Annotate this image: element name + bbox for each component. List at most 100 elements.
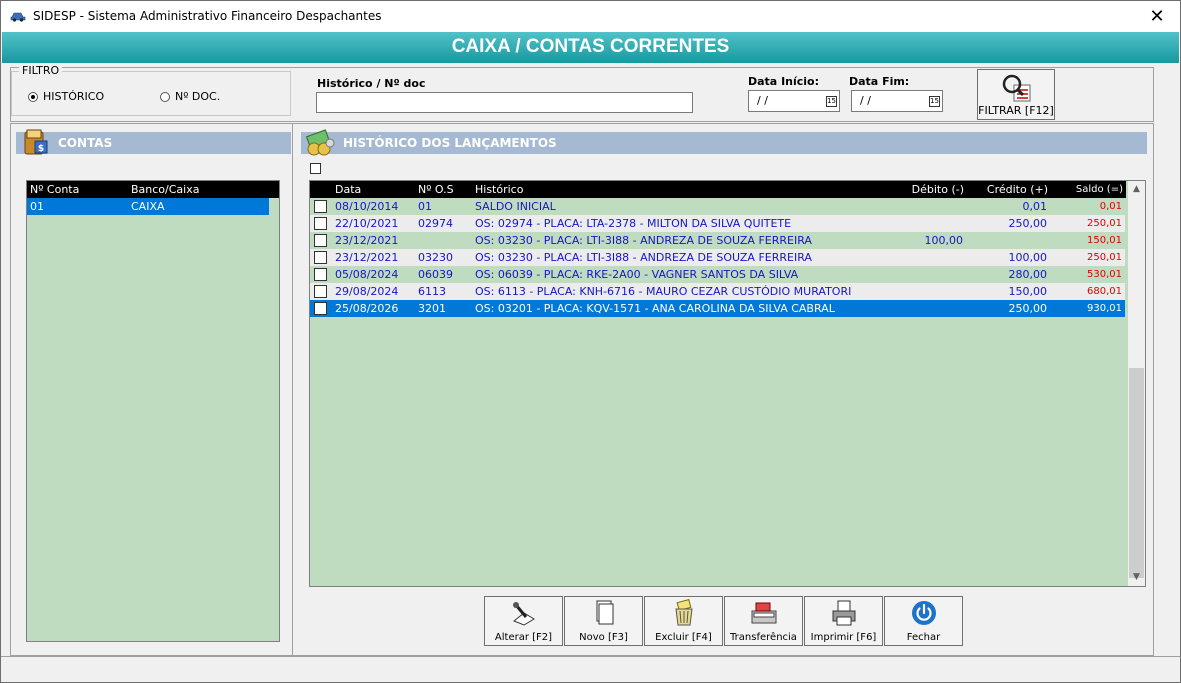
row-checkbox[interactable] xyxy=(314,285,327,298)
edit-pen-icon xyxy=(513,602,535,626)
transferencia-label: Transferência xyxy=(730,632,797,643)
row-credito: 250,00 xyxy=(1008,217,1048,230)
row-date: 25/08/2026 xyxy=(335,302,399,315)
row-checkbox[interactable] xyxy=(314,217,327,230)
radio-dot-selected[interactable] xyxy=(28,91,38,102)
novo-button[interactable]: Novo [F3] xyxy=(564,596,643,646)
col-banco[interactable]: Banco/Caixa xyxy=(131,181,199,198)
list-item[interactable]: 01 CAIXA xyxy=(27,198,269,215)
date-start-input[interactable]: / / 15 xyxy=(748,90,840,112)
row-checkbox[interactable] xyxy=(314,302,327,315)
col-debito[interactable]: Débito (-) xyxy=(912,181,964,198)
excluir-label: Excluir [F4] xyxy=(655,632,712,643)
radio-historico[interactable]: HISTÓRICO xyxy=(28,90,104,103)
table-row[interactable]: 08/10/2014 01 SALDO INICIAL 0,01 0,01 xyxy=(310,198,1125,215)
row-historico: OS: 02974 - PLACA: LTA-2378 - MILTON DA … xyxy=(475,217,792,230)
col-os[interactable]: Nº O.S xyxy=(418,181,454,198)
filter-group-label: FILTRO xyxy=(19,64,63,77)
date-start-label: Data Início: xyxy=(748,75,820,88)
row-checkbox[interactable] xyxy=(314,200,327,213)
historico-grid-header: Data Nº O.S Histórico Débito (-) Crédito… xyxy=(310,181,1126,198)
scroll-up-icon[interactable]: ▲ xyxy=(1128,181,1145,198)
search-label: Histórico / Nº doc xyxy=(317,77,426,90)
row-date: 23/12/2021 xyxy=(335,251,399,264)
divider xyxy=(1,656,1180,657)
row-historico: SALDO INICIAL xyxy=(475,200,556,213)
calendar-icon[interactable]: 15 xyxy=(929,96,940,107)
coins-money-icon xyxy=(305,129,335,156)
date-start-value: / / xyxy=(757,94,768,107)
row-date: 08/10/2014 xyxy=(335,200,399,213)
col-historico[interactable]: Histórico xyxy=(475,181,523,198)
row-os-number: 6113 xyxy=(418,285,446,298)
historico-header: HISTÓRICO DOS LANÇAMENTOS xyxy=(301,129,1147,156)
calendar-icon[interactable]: 15 xyxy=(826,96,837,107)
filter-button-label: FILTRAR [F12] xyxy=(978,104,1054,117)
row-os-number: 01 xyxy=(418,200,432,213)
imprimir-label: Imprimir [F6] xyxy=(810,632,877,643)
row-credito: 150,00 xyxy=(1008,285,1048,298)
close-button[interactable]: ✕ xyxy=(1134,1,1180,32)
new-document-icon xyxy=(596,600,614,625)
printer-icon xyxy=(832,600,856,626)
table-row[interactable]: 23/12/2021 03230 OS: 03230 - PLACA: LTI-3I… xyxy=(310,249,1125,266)
col-data[interactable]: Data xyxy=(335,181,361,198)
table-row[interactable]: 29/08/2024 6113 OS: 6113 - PLACA: KNH-6716… xyxy=(310,283,1125,300)
date-end-input[interactable]: / / 15 xyxy=(851,90,943,112)
contas-title: CONTAS xyxy=(58,136,113,150)
filter-button[interactable]: FILTRAR [F12] xyxy=(977,69,1055,120)
vertical-scrollbar[interactable]: ▲ ▼ xyxy=(1128,181,1145,586)
row-historico: OS: 03230 - PLACA: LTI-3I88 - ANDREZA DE… xyxy=(475,251,812,264)
row-os-number: 06039 xyxy=(418,268,453,281)
row-os-number: 03230 xyxy=(418,251,453,264)
date-end-label: Data Fim: xyxy=(849,75,910,88)
row-debito: 100,00 xyxy=(924,234,964,247)
transfer-register-icon xyxy=(751,602,777,624)
transferencia-button[interactable]: Transferência xyxy=(724,596,803,646)
radio-nr-doc[interactable]: Nº DOC. xyxy=(160,90,220,103)
novo-label: Novo [F3] xyxy=(579,632,628,643)
historico-title: HISTÓRICO DOS LANÇAMENTOS xyxy=(343,136,557,150)
row-checkbox[interactable] xyxy=(314,268,327,281)
col-credito[interactable]: Crédito (+) xyxy=(987,181,1048,198)
col-saldo[interactable]: Saldo (=) xyxy=(1076,181,1123,198)
date-end-value: / / xyxy=(860,94,871,107)
historico-panel: HISTÓRICO DOS LANÇAMENTOS Data Nº O.S Hi… xyxy=(292,123,1154,656)
row-date: 22/10/2021 xyxy=(335,217,399,230)
row-saldo: 150,01 xyxy=(1087,235,1122,246)
filter-group: FILTRO HISTÓRICO Nº DOC. xyxy=(11,64,291,116)
trash-bin-icon xyxy=(675,599,693,626)
radio-dot[interactable] xyxy=(160,91,170,102)
select-all-checkbox[interactable] xyxy=(310,163,321,174)
alterar-button[interactable]: Alterar [F2] xyxy=(484,596,563,646)
row-checkbox[interactable] xyxy=(314,234,327,247)
scroll-thumb[interactable] xyxy=(1129,368,1144,578)
row-date: 23/12/2021 xyxy=(335,234,399,247)
fechar-button[interactable]: Fechar xyxy=(884,596,963,646)
conta-banco: CAIXA xyxy=(131,200,165,213)
col-conta[interactable]: Nº Conta xyxy=(30,181,79,198)
row-saldo: 250,01 xyxy=(1087,252,1122,263)
row-saldo: 930,01 xyxy=(1087,303,1122,314)
table-row[interactable]: 25/08/2026 3201 OS: 03201 - PLACA: KQV-157… xyxy=(310,300,1125,317)
row-os-number: 02974 xyxy=(418,217,453,230)
table-row[interactable]: 23/12/2021 OS: 03230 - PLACA: LTI-3I88 - … xyxy=(310,232,1125,249)
page-banner: CAIXA / CONTAS CORRENTES xyxy=(2,32,1179,63)
title-bar: SIDESP - Sistema Administrativo Financei… xyxy=(1,1,1180,32)
row-credito: 250,00 xyxy=(1008,302,1048,315)
row-historico: OS: 6113 - PLACA: KNH-6716 - MAURO CEZAR… xyxy=(475,285,852,298)
row-checkbox[interactable] xyxy=(314,251,327,264)
excluir-button[interactable]: Excluir [F4] xyxy=(644,596,723,646)
svg-text:$: $ xyxy=(38,144,44,154)
row-saldo: 250,01 xyxy=(1087,218,1122,229)
table-row[interactable]: 22/10/2021 02974 OS: 02974 - PLACA: LTA-23… xyxy=(310,215,1125,232)
historico-grid[interactable]: Data Nº O.S Histórico Débito (-) Crédito… xyxy=(309,180,1146,587)
contas-list[interactable]: Nº Conta Banco/Caixa 01 CAIXA xyxy=(26,180,280,642)
scroll-down-icon[interactable]: ▼ xyxy=(1128,569,1145,586)
fechar-label: Fechar xyxy=(906,632,941,643)
row-os-number: 3201 xyxy=(418,302,446,315)
imprimir-button[interactable]: Imprimir [F6] xyxy=(804,596,883,646)
search-input[interactable] xyxy=(316,92,693,113)
table-row[interactable]: 05/08/2024 06039 OS: 06039 - PLACA: RKE-2A… xyxy=(310,266,1125,283)
row-historico: OS: 06039 - PLACA: RKE-2A00 - VAGNER SAN… xyxy=(475,268,799,281)
